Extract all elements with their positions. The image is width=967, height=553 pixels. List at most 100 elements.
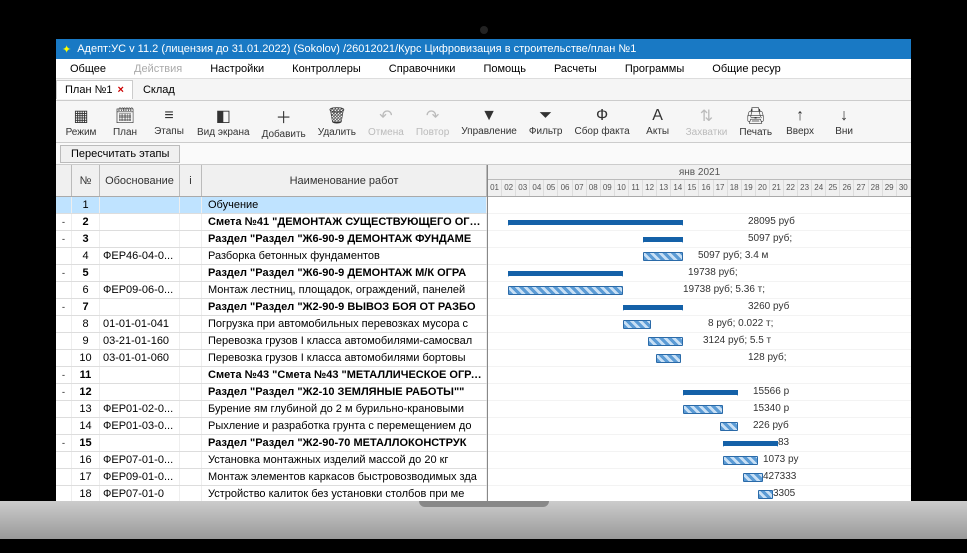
expand-icon[interactable] bbox=[56, 248, 72, 264]
expand-icon[interactable]: - bbox=[56, 367, 72, 383]
menu-помощь[interactable]: Помощь bbox=[469, 63, 540, 75]
expand-icon[interactable]: - bbox=[56, 265, 72, 281]
table-row[interactable]: 4ФЕР46-04-0...Разборка бетонных фундамен… bbox=[56, 248, 487, 265]
gantt-chart[interactable]: янв 2021 0102030405060708091011121314151… bbox=[488, 165, 911, 501]
gantt-row[interactable]: 1073 ру bbox=[488, 452, 911, 469]
view-button[interactable]: ◧Вид экрана bbox=[191, 104, 256, 140]
stages-button[interactable]: ≡Этапы bbox=[147, 105, 191, 139]
gantt-row[interactable]: 83 bbox=[488, 435, 911, 452]
expand-icon[interactable]: - bbox=[56, 299, 72, 315]
menu-программы[interactable]: Программы bbox=[611, 63, 698, 75]
filter-button[interactable]: ⏷Фильтр bbox=[523, 105, 569, 139]
expand-icon[interactable] bbox=[56, 452, 72, 468]
gantt-bar[interactable] bbox=[656, 354, 681, 363]
table-row[interactable]: -5Раздел "Раздел "Ж6-90-9 ДЕМОНТАЖ М/К О… bbox=[56, 265, 487, 282]
gantt-row[interactable]: 8 руб; 0.022 т; bbox=[488, 316, 911, 333]
tab-plan1[interactable]: План №1 × bbox=[56, 80, 133, 99]
redo-button[interactable]: ↷Повтор bbox=[410, 104, 455, 140]
menu-расчеты[interactable]: Расчеты bbox=[540, 63, 611, 75]
expand-icon[interactable] bbox=[56, 486, 72, 501]
table-row[interactable]: -12Раздел "Раздел "Ж2-10 ЗЕМЛЯНЫЕ РАБОТЫ… bbox=[56, 384, 487, 401]
expand-icon[interactable] bbox=[56, 350, 72, 366]
table-row[interactable]: 1003-01-01-060Перевозка грузов I класса … bbox=[56, 350, 487, 367]
table-row[interactable]: 17ФЕР09-01-0...Монтаж элементов каркасов… bbox=[56, 469, 487, 486]
gantt-bar[interactable] bbox=[623, 305, 683, 310]
mode-button[interactable]: ▦Режим bbox=[59, 104, 103, 140]
acts-button[interactable]: ААкты bbox=[636, 105, 680, 139]
gantt-bar[interactable] bbox=[623, 320, 651, 329]
gantt-bar[interactable] bbox=[723, 456, 758, 465]
gantt-bar[interactable] bbox=[758, 490, 773, 499]
gantt-row[interactable]: 19738 руб; bbox=[488, 265, 911, 282]
table-row[interactable]: 6ФЕР09-06-0...Монтаж лестниц, площадок, … bbox=[56, 282, 487, 299]
tab-sklad[interactable]: Склад bbox=[133, 81, 185, 99]
col-num[interactable]: № bbox=[72, 165, 100, 196]
gantt-row[interactable]: 5097 руб; 3.4 м bbox=[488, 248, 911, 265]
manage-button[interactable]: ▼Управление bbox=[455, 105, 523, 139]
gantt-bar[interactable] bbox=[643, 237, 683, 242]
table-row[interactable]: -7Раздел "Раздел "Ж2-90-9 ВЫВОЗ БОЯ ОТ Р… bbox=[56, 299, 487, 316]
table-row[interactable]: 14ФЕР01-03-0...Рыхление и разработка гру… bbox=[56, 418, 487, 435]
gantt-row[interactable] bbox=[488, 197, 911, 214]
recalc-stages-button[interactable]: Пересчитать этапы bbox=[60, 145, 180, 163]
table-row[interactable]: 18ФЕР07-01-0Устройство калиток без устан… bbox=[56, 486, 487, 501]
gantt-bar[interactable] bbox=[508, 220, 683, 225]
gantt-row[interactable]: 3124 руб; 5.5 т bbox=[488, 333, 911, 350]
gantt-bar[interactable] bbox=[508, 271, 623, 276]
menu-контроллеры[interactable]: Контроллеры bbox=[278, 63, 375, 75]
menu-общие ресур[interactable]: Общие ресур bbox=[698, 63, 794, 75]
col-base[interactable]: Обоснование bbox=[100, 165, 180, 196]
plan-button[interactable]: 🗓План bbox=[103, 104, 147, 140]
add-button[interactable]: ＋Добавить bbox=[256, 102, 312, 142]
menu-действия[interactable]: Действия bbox=[120, 63, 196, 75]
table-row[interactable]: 13ФЕР01-02-0...Бурение ям глубиной до 2 … bbox=[56, 401, 487, 418]
col-work[interactable]: Наименование работ bbox=[202, 165, 487, 196]
gantt-row[interactable]: 3260 руб bbox=[488, 299, 911, 316]
gantt-row[interactable]: 15566 р bbox=[488, 384, 911, 401]
up-button[interactable]: ↑Вверх bbox=[778, 105, 822, 139]
expand-icon[interactable] bbox=[56, 418, 72, 434]
expand-icon[interactable]: - bbox=[56, 435, 72, 451]
expand-icon[interactable] bbox=[56, 401, 72, 417]
table-row[interactable]: 16ФЕР07-01-0...Установка монтажных издел… bbox=[56, 452, 487, 469]
expand-icon[interactable] bbox=[56, 197, 72, 213]
expand-icon[interactable] bbox=[56, 469, 72, 485]
gantt-row[interactable]: 28095 руб bbox=[488, 214, 911, 231]
gantt-bar[interactable] bbox=[723, 441, 778, 446]
grabs-button[interactable]: ⇅Захватки bbox=[680, 104, 734, 140]
gantt-bar[interactable] bbox=[743, 473, 763, 482]
print-button[interactable]: 🖨Печать bbox=[733, 104, 778, 140]
menu-справочники[interactable]: Справочники bbox=[375, 63, 470, 75]
gantt-row[interactable]: 128 руб; bbox=[488, 350, 911, 367]
gantt-row[interactable]: 19738 руб; 5.36 т; bbox=[488, 282, 911, 299]
expand-icon[interactable] bbox=[56, 282, 72, 298]
fact-button[interactable]: ФСбор факта bbox=[568, 105, 635, 139]
expand-icon[interactable] bbox=[56, 316, 72, 332]
menu-настройки[interactable]: Настройки bbox=[196, 63, 278, 75]
table-row[interactable]: -15Раздел "Раздел "Ж2-90-70 МЕТАЛЛОКОНСТ… bbox=[56, 435, 487, 452]
close-icon[interactable]: × bbox=[118, 84, 124, 96]
table-row[interactable]: -3Раздел "Раздел "Ж6-90-9 ДЕМОНТАЖ ФУНДА… bbox=[56, 231, 487, 248]
gantt-bar[interactable] bbox=[683, 390, 738, 395]
table-row[interactable]: 801-01-01-041Погрузка при автомобильных … bbox=[56, 316, 487, 333]
gantt-bar[interactable] bbox=[720, 422, 738, 431]
expand-icon[interactable]: - bbox=[56, 214, 72, 230]
gantt-row[interactable]: 15340 р bbox=[488, 401, 911, 418]
delete-button[interactable]: 🗑Удалить bbox=[312, 104, 362, 140]
table-row[interactable]: 1Обучение bbox=[56, 197, 487, 214]
gantt-row[interactable] bbox=[488, 367, 911, 384]
down-button[interactable]: ↓Вни bbox=[822, 105, 866, 139]
undo-button[interactable]: ↶Отмена bbox=[362, 104, 410, 140]
gantt-bar[interactable] bbox=[683, 405, 723, 414]
gantt-bar[interactable] bbox=[508, 286, 623, 295]
gantt-bar[interactable] bbox=[643, 252, 683, 261]
gantt-row[interactable]: 226 руб bbox=[488, 418, 911, 435]
expand-icon[interactable] bbox=[56, 333, 72, 349]
gantt-row[interactable]: 3305 bbox=[488, 486, 911, 501]
gantt-row[interactable]: 5097 руб; bbox=[488, 231, 911, 248]
gantt-row[interactable]: 427333 bbox=[488, 469, 911, 486]
gantt-bar[interactable] bbox=[648, 337, 683, 346]
expand-icon[interactable]: - bbox=[56, 231, 72, 247]
menu-общее[interactable]: Общее bbox=[56, 63, 120, 75]
table-row[interactable]: -2Смета №41 "ДЕМОНТАЖ СУЩЕСТВУЮЩЕГО ОГРА bbox=[56, 214, 487, 231]
